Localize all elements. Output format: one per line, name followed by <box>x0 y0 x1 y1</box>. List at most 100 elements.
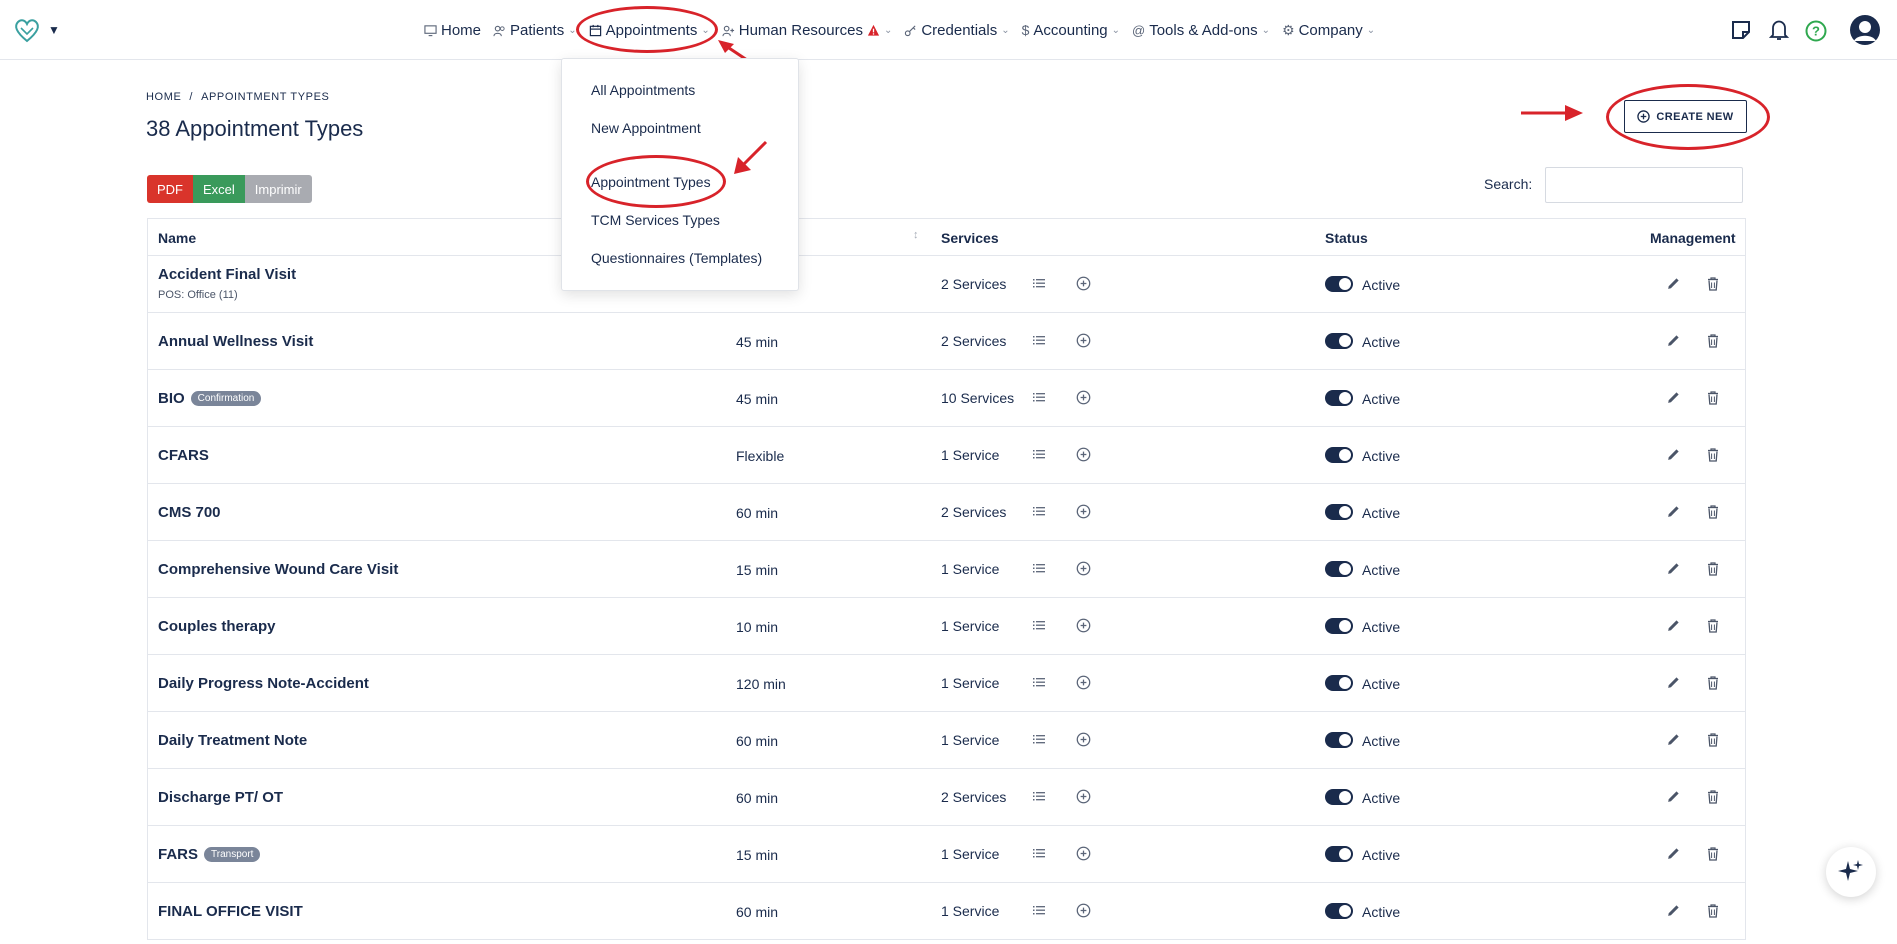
trash-icon[interactable] <box>1706 276 1720 291</box>
add-service-icon[interactable] <box>1076 333 1091 348</box>
list-icon[interactable] <box>1032 390 1046 404</box>
nav-patients[interactable]: Patients ⌄ <box>487 0 583 60</box>
row-name[interactable]: Comprehensive Wound Care Visit <box>158 561 398 578</box>
table-row[interactable]: Couples therapy 10 min 1 Service Active <box>148 598 1745 655</box>
menu-item-all-appointments[interactable]: All Appointments <box>591 82 695 98</box>
bell-icon[interactable] <box>1769 19 1789 41</box>
trash-icon[interactable] <box>1706 903 1720 918</box>
list-icon[interactable] <box>1032 561 1046 575</box>
row-name[interactable]: Daily Progress Note-Accident <box>158 675 369 692</box>
table-row[interactable]: Comprehensive Wound Care Visit 15 min 1 Se… <box>148 541 1745 598</box>
row-name[interactable]: Accident Final Visit <box>158 266 296 283</box>
table-row[interactable]: FARS Transport 15 min 1 Service Active <box>148 826 1745 883</box>
pencil-icon[interactable] <box>1666 276 1681 291</box>
row-name[interactable]: Couples therapy <box>158 618 276 635</box>
table-row[interactable]: Daily Treatment Note 60 min 1 Service Activ… <box>148 712 1745 769</box>
help-icon[interactable]: ? <box>1805 20 1827 42</box>
pencil-icon[interactable] <box>1666 561 1681 576</box>
trash-icon[interactable] <box>1706 846 1720 861</box>
search-input[interactable] <box>1545 167 1743 203</box>
menu-item-new-appointment[interactable]: New Appointment <box>591 120 701 136</box>
ai-assistant-button[interactable] <box>1826 847 1876 897</box>
status-toggle[interactable] <box>1325 732 1353 748</box>
status-toggle[interactable] <box>1325 789 1353 805</box>
breadcrumb-home[interactable]: HOME <box>146 91 181 103</box>
menu-item-questionnaires[interactable]: Questionnaires (Templates) <box>591 250 762 266</box>
table-row[interactable]: BIO Confirmation 45 min 10 Services Active <box>148 370 1745 427</box>
list-icon[interactable] <box>1032 846 1046 860</box>
list-icon[interactable] <box>1032 618 1046 632</box>
row-name[interactable]: CMS 700 <box>158 504 221 521</box>
menu-item-tcm-services-types[interactable]: TCM Services Types <box>591 212 720 228</box>
pencil-icon[interactable] <box>1666 504 1681 519</box>
trash-icon[interactable] <box>1706 333 1720 348</box>
row-name[interactable]: FINAL OFFICE VISIT <box>158 903 303 920</box>
print-button[interactable]: Imprimir <box>244 175 312 203</box>
status-toggle[interactable] <box>1325 561 1353 577</box>
list-icon[interactable] <box>1032 333 1046 347</box>
row-name[interactable]: BIO <box>158 390 185 407</box>
trash-icon[interactable] <box>1706 789 1720 804</box>
status-toggle[interactable] <box>1325 390 1353 406</box>
list-icon[interactable] <box>1032 732 1046 746</box>
list-icon[interactable] <box>1032 903 1046 917</box>
notes-icon[interactable] <box>1731 20 1751 40</box>
row-name[interactable]: CFARS <box>158 447 209 464</box>
row-name[interactable]: Discharge PT/ OT <box>158 789 283 806</box>
add-service-icon[interactable] <box>1076 903 1091 918</box>
row-name[interactable]: Annual Wellness Visit <box>158 333 313 350</box>
trash-icon[interactable] <box>1706 561 1720 576</box>
trash-icon[interactable] <box>1706 390 1720 405</box>
pencil-icon[interactable] <box>1666 618 1681 633</box>
table-row[interactable]: Daily Progress Note-Accident 120 min 1 Ser… <box>148 655 1745 712</box>
nav-company[interactable]: ⚙ Company ⌄ <box>1276 0 1381 60</box>
pdf-button[interactable]: PDF <box>147 175 193 203</box>
status-toggle[interactable] <box>1325 846 1353 862</box>
status-toggle[interactable] <box>1325 618 1353 634</box>
status-toggle[interactable] <box>1325 333 1353 349</box>
trash-icon[interactable] <box>1706 504 1720 519</box>
header-name[interactable]: Name <box>158 230 196 246</box>
nav-home[interactable]: Home <box>418 0 487 60</box>
list-icon[interactable] <box>1032 504 1046 518</box>
list-icon[interactable] <box>1032 447 1046 461</box>
logo[interactable]: ▼ <box>12 16 60 44</box>
list-icon[interactable] <box>1032 675 1046 689</box>
row-name[interactable]: Daily Treatment Note <box>158 732 307 749</box>
add-service-icon[interactable] <box>1076 561 1091 576</box>
table-row[interactable]: Annual Wellness Visit 45 min 2 Services Act… <box>148 313 1745 370</box>
status-toggle[interactable] <box>1325 903 1353 919</box>
status-toggle[interactable] <box>1325 447 1353 463</box>
add-service-icon[interactable] <box>1076 732 1091 747</box>
pencil-icon[interactable] <box>1666 789 1681 804</box>
pencil-icon[interactable] <box>1666 903 1681 918</box>
status-toggle[interactable] <box>1325 675 1353 691</box>
table-row[interactable]: CFARS Flexible 1 Service Active <box>148 427 1745 484</box>
add-service-icon[interactable] <box>1076 276 1091 291</box>
add-service-icon[interactable] <box>1076 675 1091 690</box>
pencil-icon[interactable] <box>1666 447 1681 462</box>
add-service-icon[interactable] <box>1076 390 1091 405</box>
status-toggle[interactable] <box>1325 276 1353 292</box>
header-status[interactable]: Status <box>1325 230 1368 246</box>
table-row[interactable]: Discharge PT/ OT 60 min 2 Services Active <box>148 769 1745 826</box>
trash-icon[interactable] <box>1706 618 1720 633</box>
header-services[interactable]: Services <box>941 230 999 246</box>
pencil-icon[interactable] <box>1666 732 1681 747</box>
list-icon[interactable] <box>1032 276 1046 290</box>
table-row[interactable]: CMS 700 60 min 2 Services Active <box>148 484 1745 541</box>
user-avatar-icon[interactable] <box>1849 14 1881 46</box>
table-row[interactable]: FINAL OFFICE VISIT 60 min 1 Service Active <box>148 883 1745 940</box>
nav-credentials[interactable]: Credentials ⌄ <box>898 0 1015 60</box>
pencil-icon[interactable] <box>1666 846 1681 861</box>
add-service-icon[interactable] <box>1076 789 1091 804</box>
chevron-down-icon[interactable]: ▼ <box>48 23 60 37</box>
add-service-icon[interactable] <box>1076 846 1091 861</box>
nav-accounting[interactable]: $ Accounting ⌄ <box>1016 0 1126 60</box>
nav-tools-addons[interactable]: @ Tools & Add-ons ⌄ <box>1126 0 1276 60</box>
list-icon[interactable] <box>1032 789 1046 803</box>
excel-button[interactable]: Excel <box>193 175 245 203</box>
trash-icon[interactable] <box>1706 732 1720 747</box>
pencil-icon[interactable] <box>1666 333 1681 348</box>
pencil-icon[interactable] <box>1666 390 1681 405</box>
